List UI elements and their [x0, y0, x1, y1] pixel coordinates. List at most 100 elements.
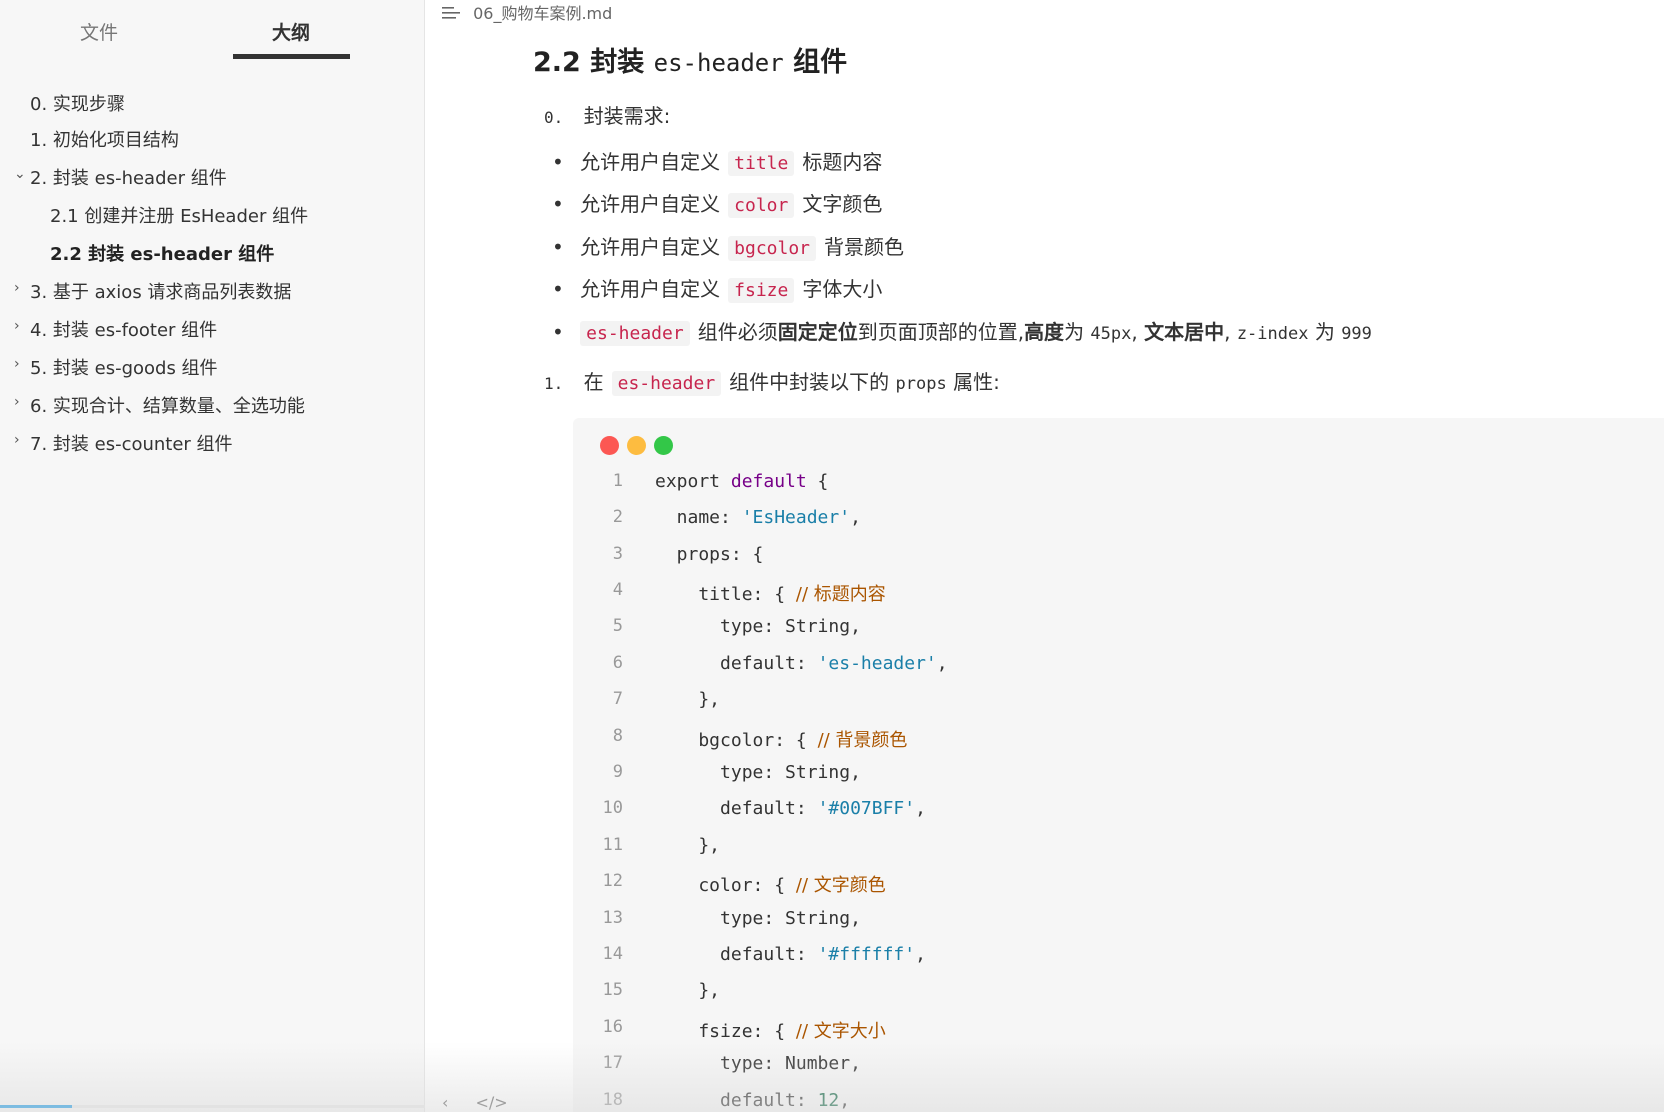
tab-outline[interactable]: 大纲 — [272, 18, 310, 45]
step-text: 组件中封装以下的 — [729, 370, 890, 394]
outline-item-6[interactable]: › 6. 实现合计、结算数量、全选功能 — [0, 388, 425, 422]
bold-text: 高度 — [1024, 320, 1065, 344]
outline-item-label: 3. 基于 axios 请求商品列表数据 — [30, 282, 292, 303]
tab-files[interactable]: 文件 — [80, 18, 118, 45]
source-code-icon[interactable]: </> — [476, 1093, 508, 1112]
bullet-text: 为 — [1314, 320, 1335, 344]
page-heading: 2.2 封装 es-header 组件 — [533, 40, 847, 79]
step-0: 0. 封装需求: — [544, 100, 670, 129]
bullet-text: 允许用户自定义 — [580, 277, 721, 301]
outline-item-2-2[interactable]: 2.2 封装 es-header 组件 — [0, 236, 425, 270]
outline-item-label: 2.1 创建并注册 EsHeader 组件 — [50, 206, 309, 227]
chevron-right-icon[interactable]: › — [14, 318, 20, 334]
outline-item-0[interactable]: 0. 实现步骤 — [0, 86, 425, 120]
chevron-right-icon[interactable]: › — [14, 356, 20, 372]
bold-text: 固定定位 — [777, 320, 858, 344]
bullet-text: 允许用户自定义 — [580, 192, 721, 216]
line-number: 7 — [612, 689, 623, 709]
bullet-text: , — [1131, 320, 1138, 344]
scroll-progress-fill — [0, 1105, 73, 1108]
code-text: title: { // 标题内容 — [655, 584, 886, 605]
code-text: }, — [655, 980, 721, 1001]
bullet-dot: • — [552, 192, 564, 216]
heading-suffix: 组件 — [793, 47, 848, 78]
outline-item-label: 1. 初始化项目结构 — [30, 130, 179, 151]
green-dot-icon — [654, 436, 673, 455]
step-text: 在 — [583, 370, 604, 394]
code-text: type: Number, — [655, 1053, 861, 1074]
code-text: fsize: { // 文字大小 — [655, 1021, 886, 1042]
outline-item-label: 4. 封装 es-footer 组件 — [30, 320, 218, 341]
line-number: 17 — [602, 1053, 623, 1073]
line-number: 4 — [612, 580, 623, 600]
code-text: type: String, — [655, 762, 861, 783]
code-text: bgcolor: { // 背景颜色 — [655, 730, 908, 751]
outline-item-2[interactable]: ⌄ 2. 封装 es-header 组件 — [0, 160, 425, 194]
window-controls — [600, 436, 681, 459]
line-number: 16 — [602, 1017, 623, 1037]
line-number: 3 — [612, 544, 623, 564]
step-number: 1. — [544, 374, 564, 393]
line-number: 11 — [602, 835, 623, 855]
bullet-dot: • — [552, 320, 564, 344]
code-text: default: '#007BFF', — [655, 798, 926, 819]
chevron-right-icon[interactable]: › — [14, 432, 20, 448]
outline-item-label: 6. 实现合计、结算数量、全选功能 — [30, 396, 305, 417]
bullet-item-bgcolor: • 允许用户自定义 bgcolor 背景颜色 — [552, 231, 905, 261]
chevron-right-icon[interactable]: › — [14, 394, 20, 410]
bullet-text: 允许用户自定义 — [580, 235, 721, 259]
bullet-item-positioning: • es-header 组件必须固定定位到页面顶部的位置,高度为 45px, 文本… — [552, 316, 1372, 346]
mono-value: 999 — [1341, 324, 1372, 344]
bullet-text: 文字颜色 — [802, 192, 883, 216]
bullet-text: 为 — [1064, 320, 1085, 344]
chevron-left-icon[interactable]: ‹ — [442, 1093, 448, 1112]
bullet-item-title: • 允许用户自定义 title 标题内容 — [552, 146, 883, 176]
step-text: 封装需求: — [583, 104, 671, 128]
file-title-bar: 06_购物车案例.md — [442, 0, 613, 24]
line-number: 15 — [602, 980, 623, 1000]
bullet-text: 到页面顶部的位置, — [857, 320, 1025, 344]
outline-item-3[interactable]: › 3. 基于 axios 请求商品列表数据 — [0, 274, 425, 308]
bullet-text: 组件必须 — [697, 320, 778, 344]
bullet-item-color: • 允许用户自定义 color 文字颜色 — [552, 188, 883, 218]
outline-menu-icon[interactable] — [442, 5, 460, 24]
inline-code: es-header — [611, 371, 722, 396]
active-tab-indicator — [233, 54, 350, 59]
outline-item-1[interactable]: 1. 初始化项目结构 — [0, 122, 425, 156]
code-text: type: String, — [655, 908, 861, 929]
chevron-right-icon[interactable]: › — [14, 280, 20, 296]
code-text: color: { // 文字颜色 — [655, 875, 886, 896]
step-1: 1. 在 es-header 组件中封装以下的 props 属性: — [544, 366, 1000, 396]
file-name: 06_购物车案例.md — [473, 4, 613, 23]
code-text: default: 'es-header', — [655, 653, 948, 674]
line-number: 14 — [602, 944, 623, 964]
line-number: 13 — [602, 908, 623, 928]
outline-item-label: 7. 封装 es-counter 组件 — [30, 434, 233, 455]
code-text: }, — [655, 689, 721, 710]
inline-code: fsize — [728, 278, 795, 303]
bullet-text: 字体大小 — [802, 277, 883, 301]
bullet-dot: • — [552, 277, 564, 301]
chevron-down-icon[interactable]: ⌄ — [14, 166, 26, 182]
outline-item-5[interactable]: › 5. 封装 es-goods 组件 — [0, 350, 425, 384]
bottom-toolbar: ‹ </> — [442, 1093, 530, 1112]
outline-item-7[interactable]: › 7. 封装 es-counter 组件 — [0, 426, 425, 460]
line-number: 8 — [612, 726, 623, 746]
line-number: 2 — [612, 507, 623, 527]
inline-code: title — [728, 151, 795, 176]
heading-code: es-header — [653, 49, 784, 77]
outline-item-4[interactable]: › 4. 封装 es-footer 组件 — [0, 312, 425, 346]
sidebar: 文件 大纲 0. 实现步骤 1. 初始化项目结构 ⌄ 2. 封装 es-head… — [0, 0, 425, 1112]
heading-prefix: 2.2 封装 — [533, 47, 645, 78]
bullet-text: 标题内容 — [802, 150, 883, 174]
scroll-progress-bar — [0, 1105, 425, 1108]
code-text: }, — [655, 835, 721, 856]
code-block[interactable]: 1 export default { 2 name: 'EsHeader', 3 … — [573, 418, 1664, 1112]
outline-item-label: 2.2 封装 es-header 组件 — [50, 244, 275, 265]
bullet-text: 背景颜色 — [824, 235, 905, 259]
outline-item-2-1[interactable]: 2.1 创建并注册 EsHeader 组件 — [0, 198, 425, 232]
bullet-text: , — [1224, 320, 1231, 344]
code-text: type: String, — [655, 616, 861, 637]
line-number: 1 — [612, 471, 623, 491]
inline-code: color — [728, 193, 795, 218]
